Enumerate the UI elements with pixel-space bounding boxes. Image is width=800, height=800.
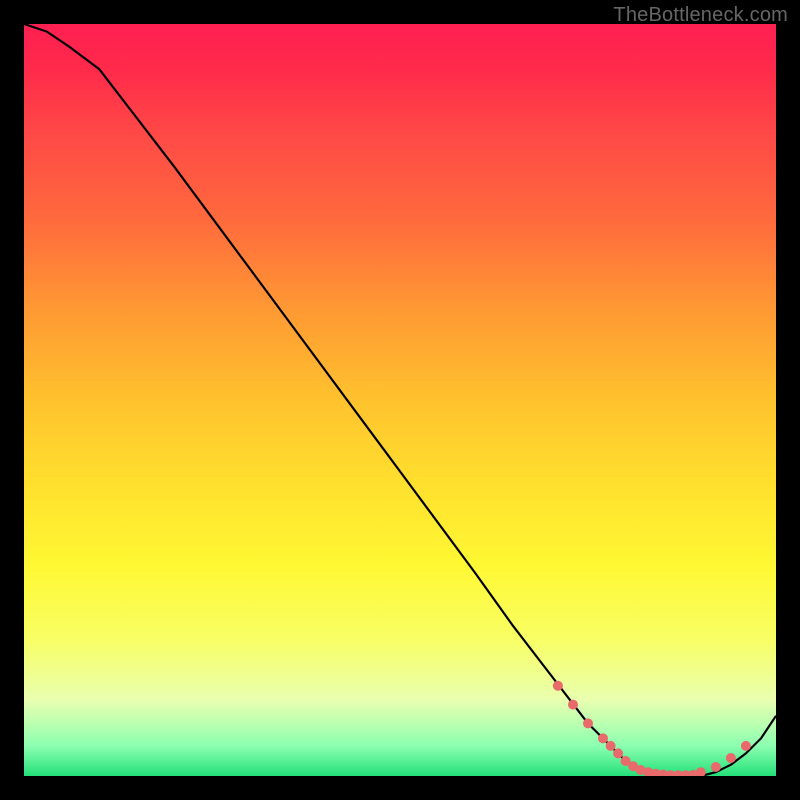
marker-point [598,733,608,743]
marker-point [553,681,563,691]
marker-point [583,718,593,728]
marker-point [613,748,623,758]
watermark-text: TheBottleneck.com [613,4,788,27]
bottleneck-curve-line [24,24,776,776]
marker-group [553,681,751,776]
chart-plot-area [24,24,776,776]
marker-point [568,700,578,710]
marker-point [696,767,706,776]
marker-point [606,741,616,751]
marker-point [741,741,751,751]
marker-point [711,762,721,772]
chart-svg [24,24,776,776]
marker-point [726,753,736,763]
